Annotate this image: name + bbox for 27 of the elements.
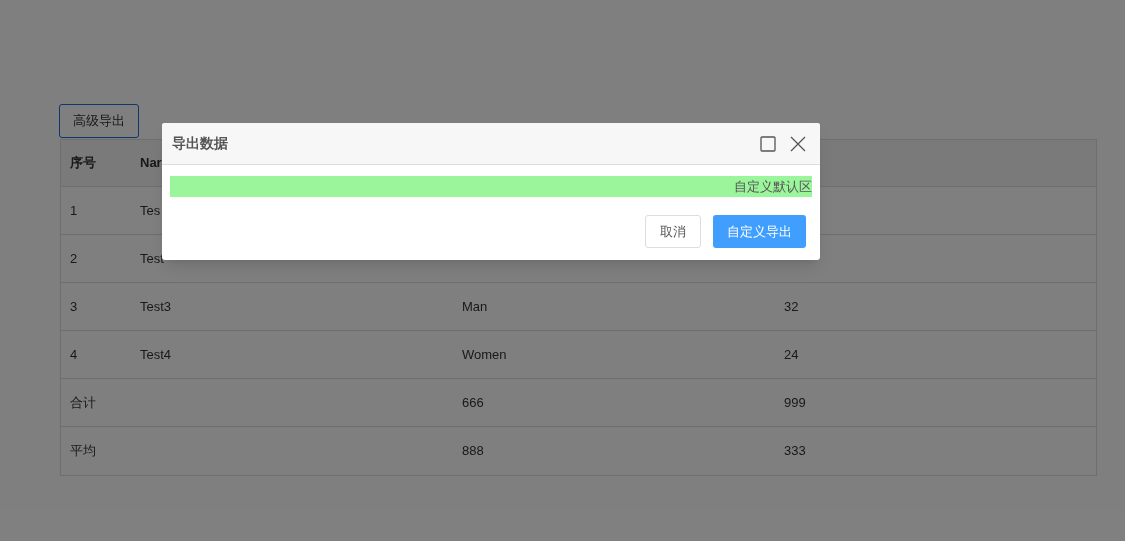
table-cell: 平均 xyxy=(70,443,96,459)
maximize-icon[interactable] xyxy=(760,135,776,152)
table-cell: Test xyxy=(140,250,164,266)
table-cell: 3 xyxy=(70,298,78,314)
table-cell: 333 xyxy=(784,443,806,459)
table-cell: 666 xyxy=(462,394,484,410)
cancel-button[interactable]: 取消 xyxy=(645,215,701,248)
table-cell: 合计 xyxy=(70,394,96,410)
default-area: 自定义默认区 xyxy=(170,176,812,197)
table-cell: 32 xyxy=(784,298,799,314)
table-cell: Women xyxy=(462,346,507,362)
advanced-export-button[interactable]: 高级导出 xyxy=(59,104,139,138)
column-header: 序号 xyxy=(70,155,96,171)
table-cell: 888 xyxy=(462,443,484,459)
column-header: Nar xyxy=(140,155,162,171)
table-cell: Test4 xyxy=(140,346,172,362)
table-cell: 999 xyxy=(784,394,806,410)
dialog-title: 导出数据 xyxy=(172,134,228,153)
table-cell: Test3 xyxy=(140,298,172,314)
export-button[interactable]: 自定义导出 xyxy=(713,215,806,248)
table-cell: Tes xyxy=(140,202,161,218)
table-cell: Man xyxy=(462,298,488,314)
table-cell: 4 xyxy=(70,346,78,362)
table-cell: 2 xyxy=(70,250,78,266)
table-cell: 24 xyxy=(784,346,799,362)
table-cell: 1 xyxy=(70,202,78,218)
close-icon[interactable] xyxy=(790,135,806,152)
